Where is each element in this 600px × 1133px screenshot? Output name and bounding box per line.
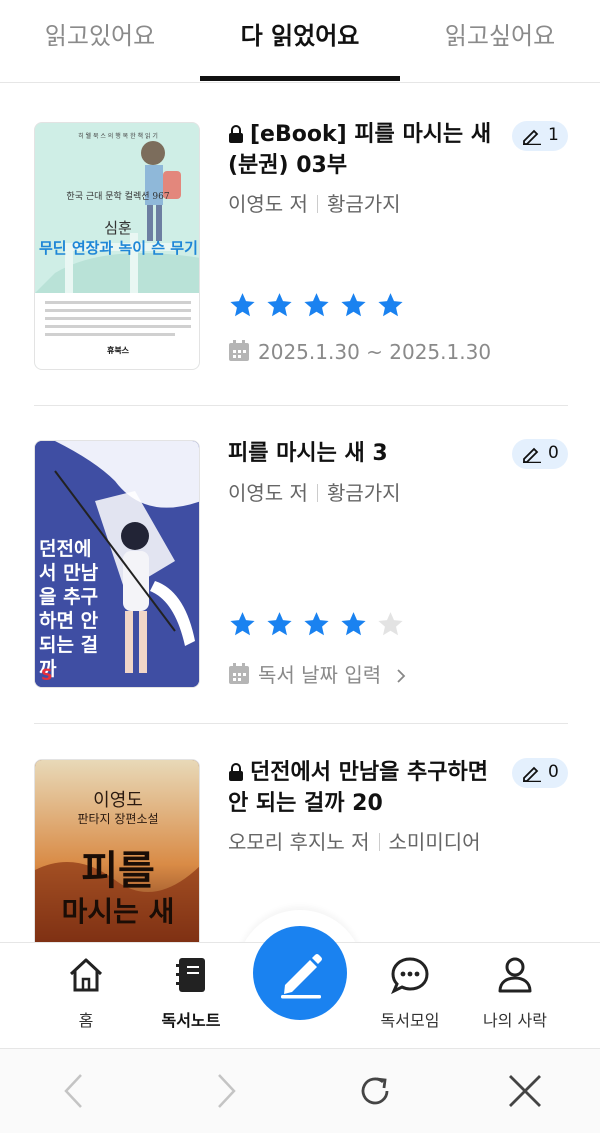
star-icon[interactable] [228,291,257,320]
star-icon[interactable] [265,610,294,639]
book-publisher: 황금가지 [326,192,401,216]
note-count: 0 [548,762,559,782]
star-icon[interactable] [302,610,331,639]
star-rating[interactable] [228,610,413,642]
star-rating[interactable] [228,291,413,323]
cover-author: 심훈 [104,219,132,237]
person-icon [498,957,532,993]
book-publisher: 황금가지 [326,481,401,505]
book-title-row[interactable]: [eBook] 피를 마시는 새 (분권) 03부 [228,119,498,181]
reading-date-input[interactable]: 독서 날짜 입력 [228,659,415,688]
forward-button[interactable] [203,1069,247,1113]
nav-reading-group-label: 독서모임 [380,1011,440,1030]
pen-note-icon [523,447,541,463]
nav-my-sarak-label: 나의 사락 [483,1011,547,1030]
tab-finished[interactable]: 다 읽었어요 [200,0,400,80]
book-author: 이영도 저 [228,192,308,216]
star-icon[interactable] [265,291,294,320]
back-icon [64,1074,82,1108]
note-count-badge[interactable]: 0 [512,439,568,469]
notebook-icon [176,958,205,992]
reading-date-text: 2025.1.30 ~ 2025.1.30 [258,340,492,364]
nav-reading-notes-label: 독서노트 [161,1011,221,1030]
active-tab-indicator [200,76,400,81]
note-count-badge[interactable]: 0 [512,758,568,788]
book-meta: 이영도 저 황금가지 [228,188,401,217]
cover-author: 이영도 [93,790,143,811]
pen-note-icon [523,129,541,145]
cover-title-line1: 피를 [81,847,155,894]
browser-toolbar [0,1048,600,1133]
home-icon [69,958,103,992]
list-divider [34,723,568,724]
cover-subtitle: 판타지 장편소설 [77,812,159,826]
close-icon [509,1075,541,1107]
book-cover[interactable]: 히 웰 북 스 의 행 복 한 책 읽 기 한국 근대 문학 컬렉션 967 심… [34,122,200,370]
tab-reading[interactable]: 읽고있어요 [0,0,200,80]
nav-reading-notes[interactable]: 독서노트 [136,943,246,1049]
nav-home[interactable]: 홈 [31,943,141,1049]
star-icon[interactable] [228,610,257,639]
back-button[interactable] [53,1069,97,1113]
book-author: 오모리 후지노 저 [228,830,370,854]
cover-title: 무딘 연장과 녹이 슨 무기 [39,239,198,257]
chevron-right-icon [397,669,406,683]
book-meta: 오모리 후지노 저 소미미디어 [228,826,481,855]
cover-top-text: 히 웰 북 스 의 행 복 한 책 읽 기 [78,133,158,140]
star-empty-icon[interactable] [376,610,405,639]
star-icon[interactable] [376,291,405,320]
book-cover[interactable]: 던전에서 만남을 추구하면 안 되는 걸까 S [34,440,200,688]
star-icon[interactable] [339,610,368,639]
note-count: 1 [548,125,559,145]
cover-series: 한국 근대 문학 컬렉션 967 [66,192,170,202]
nav-home-label: 홈 [78,1011,94,1030]
close-button[interactable] [503,1069,547,1113]
cover-title-line2: 마시는 새 [61,895,175,928]
pen-icon [281,954,322,999]
book-title: 던전에서 만남을 추구하면 안 되는 걸까 20 [228,760,488,816]
nav-reading-group[interactable]: 독서모임 [355,943,465,1049]
book-title-row[interactable]: 던전에서 만남을 추구하면 안 되는 걸까 20 [228,757,498,819]
tab-want-to-read[interactable]: 읽고싶어요 [400,0,600,80]
nav-my-sarak[interactable]: 나의 사락 [460,943,570,1049]
cover-title: 던전에서 만남을 추구하면 안 되는 걸까 [39,538,99,680]
reading-date[interactable]: 2025.1.30 ~ 2025.1.30 [228,340,491,364]
refresh-icon [361,1077,389,1105]
book-title-row[interactable]: 피를 마시는 새 3 [228,438,498,469]
star-icon[interactable] [339,291,368,320]
book-cover[interactable]: 이영도 판타지 장편소설 피를 마시는 새 [34,759,200,949]
forward-icon [218,1074,236,1108]
star-icon[interactable] [302,291,331,320]
calendar-icon [229,340,249,361]
lock-icon [229,763,243,781]
reading-date-prompt: 독서 날짜 입력 [258,663,382,687]
calendar-icon [229,663,249,684]
cover-publisher-logo: 휴북스 [106,346,130,355]
cover-publisher-badge: S [41,665,53,684]
list-divider [34,405,568,406]
note-count-badge[interactable]: 1 [512,121,568,151]
lock-icon [229,125,243,143]
refresh-button[interactable] [353,1069,397,1113]
reading-status-tabs: 읽고있어요 다 읽었어요 읽고싶어요 [0,0,600,83]
write-note-button[interactable] [253,926,347,1020]
book-publisher: 소미미디어 [388,830,481,854]
note-count: 0 [548,443,559,463]
book-title: [eBook] 피를 마시는 새 (분권) 03부 [228,122,492,178]
chat-bubble-icon [391,957,429,995]
book-meta: 이영도 저 황금가지 [228,477,401,506]
book-author: 이영도 저 [228,481,308,505]
pen-note-icon [523,766,541,782]
book-title: 피를 마시는 새 3 [228,441,388,466]
